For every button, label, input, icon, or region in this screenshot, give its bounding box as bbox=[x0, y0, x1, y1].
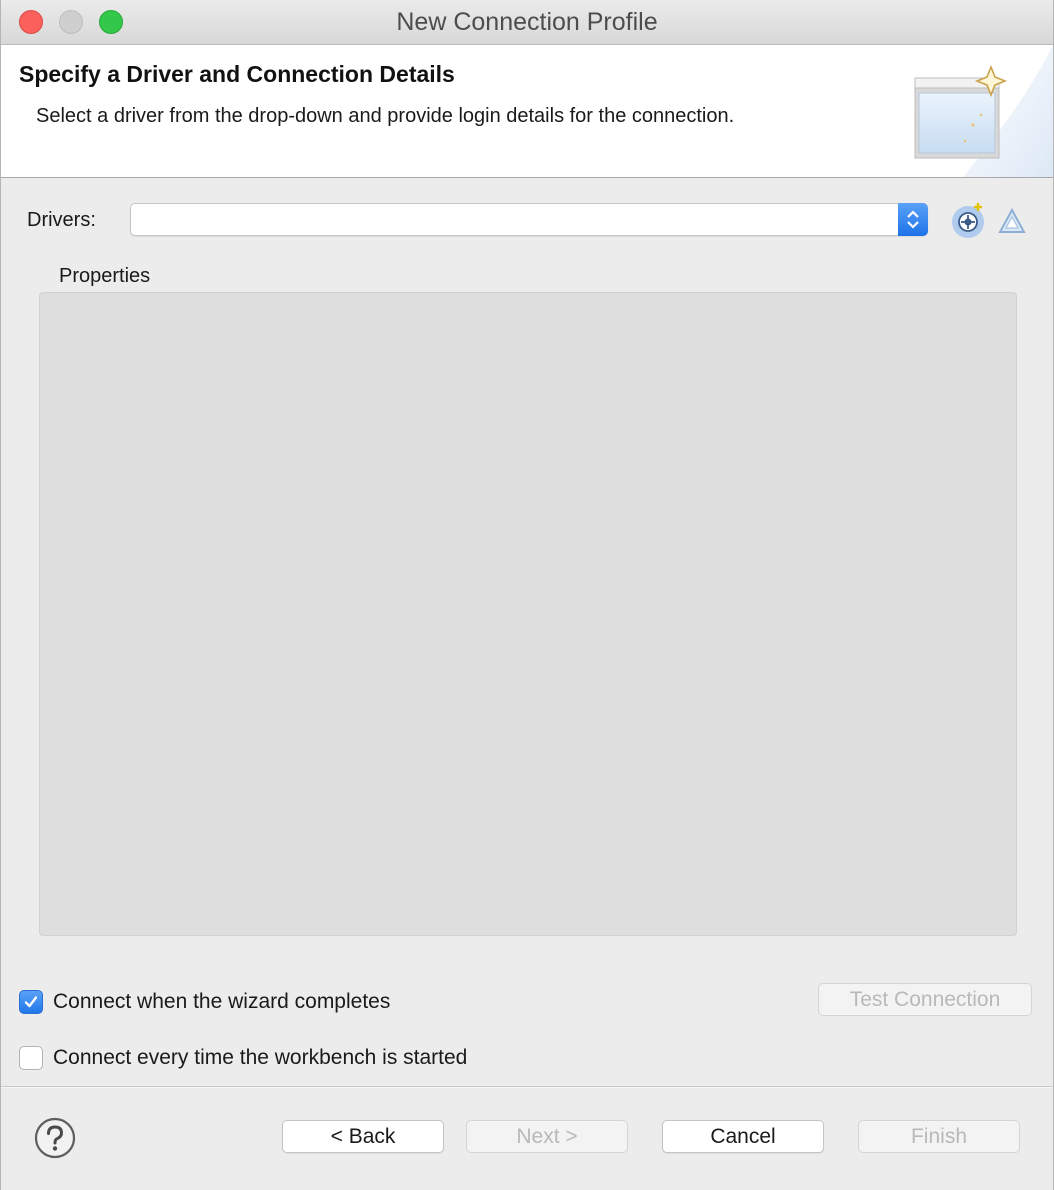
edit-driver-icon[interactable] bbox=[997, 206, 1027, 236]
properties-panel bbox=[39, 292, 1017, 936]
drivers-dropdown[interactable] bbox=[130, 203, 928, 236]
new-driver-icon[interactable] bbox=[949, 200, 989, 240]
dropdown-stepper-icon[interactable] bbox=[898, 203, 928, 236]
finish-button[interactable]: Finish bbox=[858, 1120, 1020, 1153]
connect-on-startup-checkbox[interactable] bbox=[19, 1046, 43, 1070]
connect-on-complete-label[interactable]: Connect when the wizard completes bbox=[53, 990, 390, 1014]
connect-on-startup-label[interactable]: Connect every time the workbench is star… bbox=[53, 1046, 467, 1070]
wizard-window-sparkle-icon bbox=[914, 45, 1053, 177]
next-button[interactable]: Next > bbox=[466, 1120, 628, 1153]
drivers-label: Drivers: bbox=[27, 209, 96, 231]
title-bar: New Connection Profile bbox=[1, 0, 1053, 45]
back-button[interactable]: < Back bbox=[282, 1120, 444, 1153]
connect-on-complete-checkbox[interactable] bbox=[19, 990, 43, 1014]
footer-divider-highlight bbox=[1, 1087, 1053, 1088]
window-title: New Connection Profile bbox=[396, 8, 658, 36]
wizard-banner: Specify a Driver and Connection Details … bbox=[1, 45, 1053, 178]
help-icon[interactable] bbox=[34, 1117, 76, 1159]
banner-title: Specify a Driver and Connection Details bbox=[19, 61, 455, 87]
checkmark-icon bbox=[24, 996, 38, 1008]
banner-description: Select a driver from the drop-down and p… bbox=[36, 105, 735, 127]
properties-label: Properties bbox=[59, 265, 151, 287]
dialog-window: New Connection Profile Specify a Driver … bbox=[0, 0, 1054, 1190]
cancel-button[interactable]: Cancel bbox=[662, 1120, 824, 1153]
test-connection-button[interactable]: Test Connection bbox=[818, 983, 1032, 1016]
